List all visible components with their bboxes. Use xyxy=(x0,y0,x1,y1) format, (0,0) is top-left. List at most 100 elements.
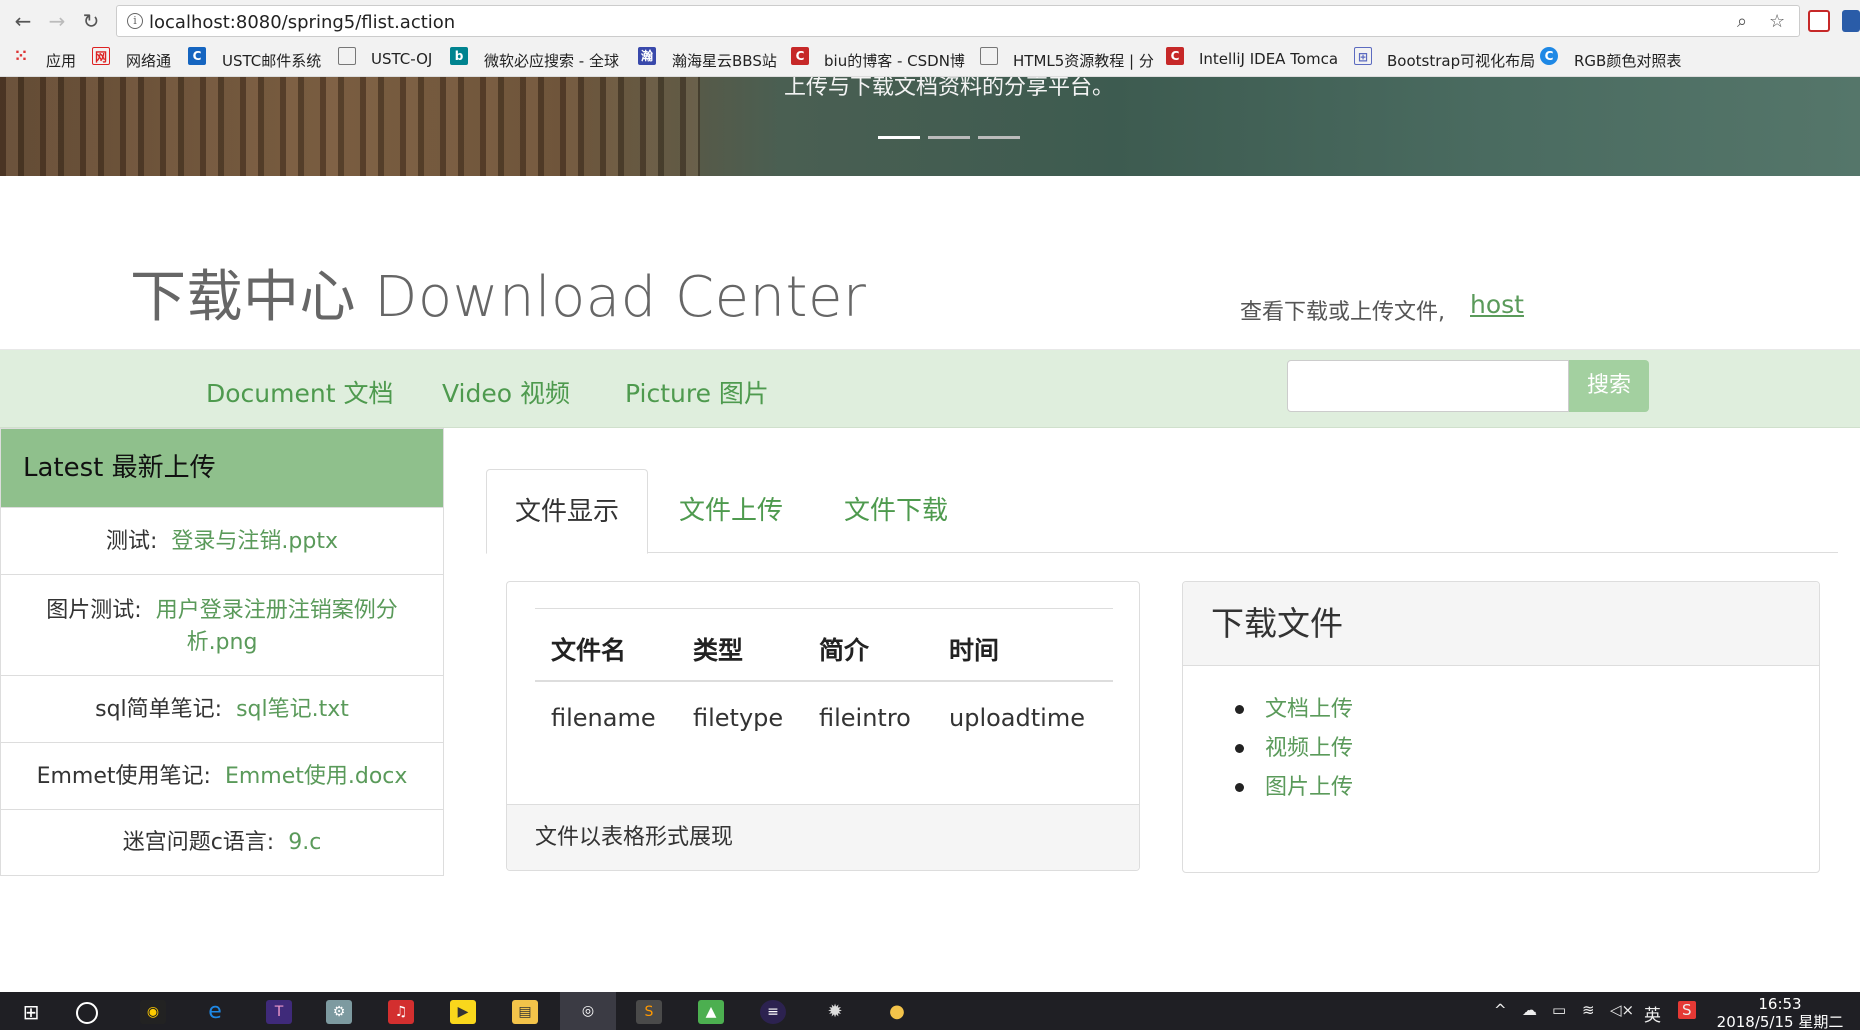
file-explorer-icon[interactable]: ▤ xyxy=(512,1000,538,1024)
table-cell: fileintro xyxy=(819,704,911,732)
battery-icon[interactable]: ▭ xyxy=(1552,1001,1566,1019)
search-input[interactable] xyxy=(1287,360,1569,412)
page-title: 下载中心 Download Center xyxy=(130,265,867,330)
download-link-picture[interactable]: 图片上传 xyxy=(1235,768,1353,807)
bookmark-item[interactable]: IntelliJ IDEA Tomca xyxy=(1199,50,1338,68)
bing-icon: b xyxy=(450,47,468,65)
forward-icon[interactable]: → xyxy=(44,8,70,34)
gear-app-icon[interactable]: ✹ xyxy=(822,1000,848,1024)
tab-file-download[interactable]: 文件下载 xyxy=(814,469,978,553)
windows-taskbar: ⊞ ◉ e T ⚙ ♫ ▶ ▤ ◎ S ▲ ≡ ✹ ● ^ ☁ ▭ ≋ ◁× 英… xyxy=(0,992,1860,1031)
list-item: 迷宫问题c语言: 9.c xyxy=(1,809,443,875)
download-link-video[interactable]: 视频上传 xyxy=(1235,729,1353,768)
clock-time: 16:53 xyxy=(1758,995,1802,1013)
column-header: 类型 xyxy=(693,636,744,665)
extension-icon[interactable] xyxy=(1842,10,1860,32)
search-button[interactable]: 搜索 xyxy=(1569,360,1649,412)
address-row: ← → ↻ i localhost:8080/spring5/flist.act… xyxy=(0,0,1860,42)
reload-icon[interactable]: ↻ xyxy=(78,8,104,34)
latest-uploads-panel: Latest 最新上传 测试: 登录与注销.pptx 图片测试: 用户登录注册注… xyxy=(0,428,444,876)
extension-pocket-icon[interactable] xyxy=(1808,10,1830,32)
download-link-document[interactable]: 文档上传 xyxy=(1235,690,1353,729)
column-header: 文件名 xyxy=(551,636,627,665)
header-subtitle: 查看下载或上传文件, xyxy=(1240,300,1445,325)
nav-document[interactable]: Document 文档 xyxy=(206,374,393,410)
onedrive-icon[interactable]: ☁ xyxy=(1522,1001,1537,1019)
nav-video[interactable]: Video 视频 xyxy=(442,374,570,410)
bookmark-item[interactable]: 应用 xyxy=(46,50,76,71)
ime-indicator[interactable]: 英 xyxy=(1644,1001,1661,1026)
file-link[interactable]: sql笔记.txt xyxy=(236,697,349,722)
file-link[interactable]: Emmet使用.docx xyxy=(225,764,407,789)
bookmark-item[interactable]: 网络通 xyxy=(126,50,171,71)
user-link[interactable]: host xyxy=(1470,290,1524,319)
qq-icon[interactable]: ◉ xyxy=(140,1000,166,1024)
edge-icon[interactable]: e xyxy=(202,1000,228,1024)
table-cell: filename xyxy=(551,704,656,732)
netease-music-icon[interactable]: ♫ xyxy=(388,1000,414,1024)
cortana-icon[interactable] xyxy=(76,1002,98,1024)
file-link[interactable]: 登录与注销.pptx xyxy=(171,529,338,554)
carousel-indicator-active[interactable] xyxy=(878,136,920,139)
column-header: 简介 xyxy=(819,636,870,665)
back-icon[interactable]: ← xyxy=(10,8,36,34)
bookmark-item[interactable]: USTC邮件系统 xyxy=(222,50,321,71)
carousel-indicator[interactable] xyxy=(928,136,970,139)
nav-picture[interactable]: Picture 图片 xyxy=(625,374,769,410)
item-label: sql简单笔记: xyxy=(95,697,223,722)
notes-app-icon[interactable]: ▲ xyxy=(698,1000,724,1024)
bookmark-item[interactable]: 微软必应搜索 - 全球 xyxy=(484,50,619,71)
sogou-ime-icon[interactable]: S xyxy=(1678,1001,1696,1019)
table-cell: uploadtime xyxy=(949,704,1085,732)
bookmark-item[interactable]: biu的博客 - CSDN博 xyxy=(824,50,965,71)
list-item: 图片测试: 用户登录注册注销案例分析.png xyxy=(1,574,443,675)
file-link[interactable]: 9.c xyxy=(288,830,321,855)
column-header: 时间 xyxy=(949,636,1000,665)
url-text: localhost:8080/spring5/flist.action xyxy=(149,12,456,33)
banner-image xyxy=(0,77,700,176)
item-label: Emmet使用笔记: xyxy=(36,764,211,789)
clock-date: 2018/5/15 星期二 xyxy=(1716,1013,1844,1031)
volume-icon[interactable]: ◁× xyxy=(1610,1001,1634,1019)
address-bar[interactable]: i localhost:8080/spring5/flist.action ⌕ … xyxy=(116,5,1800,37)
csdn-icon: C xyxy=(1166,47,1184,65)
sublime-icon[interactable]: S xyxy=(636,1000,662,1024)
file-tabs: 文件显示 文件上传 文件下载 xyxy=(486,469,1838,554)
bbs-icon: 瀚 xyxy=(638,47,656,65)
zoom-icon[interactable]: ⌕ xyxy=(1737,11,1747,32)
bookmarks-bar: ⁙ 应用 网 网络通 C USTC邮件系统 USTC-OJ b 微软必应搜索 -… xyxy=(0,44,1860,76)
player-icon[interactable]: ▶ xyxy=(450,1000,476,1024)
chrome-icon[interactable]: ◎ xyxy=(560,992,616,1030)
download-panel-title: 下载文件 xyxy=(1183,582,1819,666)
tab-file-upload[interactable]: 文件上传 xyxy=(648,469,814,553)
eclipse-icon[interactable]: ≡ xyxy=(760,1000,786,1024)
panel-footer: 文件以表格形式展现 xyxy=(507,804,1139,870)
file-link[interactable]: 用户登录注册注销案例分析.png xyxy=(156,598,398,655)
file-table-panel: 文件名 类型 简介 时间 filename filetype fileintro… xyxy=(506,581,1140,871)
wangluotong-icon: 网 xyxy=(92,47,110,65)
bookmark-item[interactable]: 瀚海星云BBS站 xyxy=(672,50,777,71)
bookmark-item[interactable]: HTML5资源教程 | 分 xyxy=(1013,50,1154,71)
bookmark-star-icon[interactable]: ☆ xyxy=(1769,11,1785,32)
bookmark-item[interactable]: USTC-OJ xyxy=(371,50,432,68)
site-info-icon[interactable]: i xyxy=(127,13,143,29)
tab-file-display[interactable]: 文件显示 xyxy=(486,469,648,554)
windows-start-icon[interactable]: ⊞ xyxy=(18,1000,44,1024)
tray-expand-icon[interactable]: ^ xyxy=(1494,1001,1507,1019)
table-cell: filetype xyxy=(693,704,784,732)
bookmark-item[interactable]: RGB颜色对照表 xyxy=(1574,50,1681,71)
list-item: 测试: 登录与注销.pptx xyxy=(1,507,443,574)
app-icon[interactable]: ● xyxy=(884,1000,910,1024)
rgb-icon: C xyxy=(1540,47,1558,65)
system-clock[interactable]: 16:53 2018/5/15 星期二 xyxy=(1710,995,1850,1031)
carousel-indicator[interactable] xyxy=(978,136,1020,139)
settings-app-icon[interactable]: ⚙ xyxy=(326,1000,352,1024)
item-label: 迷宫问题c语言: xyxy=(122,830,275,855)
carousel-caption: 上传与下载文档资料的分享平台。 xyxy=(784,77,1115,100)
table-header-row: 文件名 类型 简介 时间 xyxy=(535,608,1113,682)
bookmark-item[interactable]: Bootstrap可视化布局 xyxy=(1387,50,1535,71)
wifi-icon[interactable]: ≋ xyxy=(1582,1001,1595,1019)
texmaker-icon[interactable]: T xyxy=(266,1000,292,1024)
ustc-mail-icon: C xyxy=(188,47,206,65)
download-panel: 下载文件 文档上传 视频上传 图片上传 xyxy=(1182,581,1820,873)
